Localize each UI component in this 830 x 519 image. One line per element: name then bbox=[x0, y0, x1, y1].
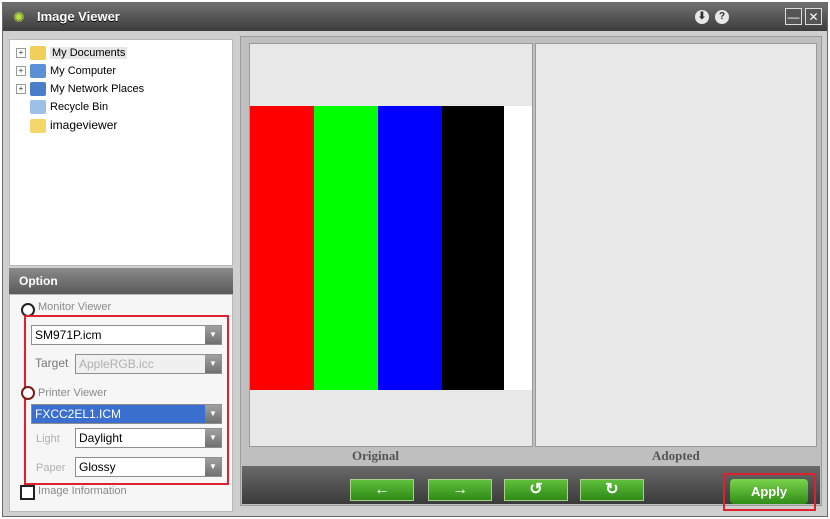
monitor-viewer-label: Monitor Viewer bbox=[38, 301, 112, 313]
tree-item-label: My Documents bbox=[50, 47, 128, 59]
minimize-button[interactable]: — bbox=[785, 8, 802, 25]
option-header: Option bbox=[9, 268, 233, 294]
target-label: Target bbox=[35, 356, 69, 370]
chevron-down-icon: ▼ bbox=[205, 458, 221, 476]
printer-profile-value: FXCC2EL1.ICM bbox=[35, 407, 122, 421]
download-icon[interactable]: ⬇ bbox=[695, 10, 709, 24]
expand-icon[interactable]: + bbox=[16, 48, 26, 59]
chevron-down-icon: ▼ bbox=[205, 326, 221, 344]
forward-button[interactable]: → bbox=[428, 479, 492, 501]
expand-icon[interactable]: + bbox=[16, 66, 26, 77]
rotate-left-icon: ↺ bbox=[529, 481, 543, 498]
adopted-pane bbox=[535, 43, 817, 447]
tree-item-recycle-bin[interactable]: Recycle Bin bbox=[16, 98, 108, 116]
paper-label: Paper bbox=[36, 462, 66, 474]
help-icon[interactable]: ? bbox=[715, 10, 729, 24]
paper-select[interactable]: Glossy ▼ bbox=[75, 457, 222, 477]
documents-folder-icon bbox=[30, 46, 46, 61]
green-bar bbox=[314, 106, 378, 390]
app-logo-icon: ✺ bbox=[13, 9, 25, 25]
monitor-profile-select[interactable]: SM971P.icm ▼ bbox=[31, 325, 222, 345]
apply-button[interactable]: Apply bbox=[730, 479, 808, 504]
tree-item-label: imageviewer bbox=[50, 118, 118, 132]
black-bar bbox=[442, 106, 504, 390]
arrow-left-icon: ← bbox=[374, 481, 390, 498]
tree-item-label: My Network Places bbox=[50, 83, 145, 95]
target-select[interactable]: AppleRGB.icc ▼ bbox=[75, 354, 222, 374]
back-button[interactable]: ← bbox=[350, 479, 414, 501]
tree-item-label: My Computer bbox=[50, 65, 117, 77]
monitor-profile-value: SM971P.icm bbox=[35, 328, 102, 342]
blue-bar bbox=[378, 106, 442, 390]
paper-value: Glossy bbox=[79, 460, 116, 474]
network-icon bbox=[30, 82, 46, 97]
folder-tree: + My Documents + My Computer + My Network P… bbox=[9, 39, 233, 266]
tree-item-my-documents[interactable]: + My Documents bbox=[16, 44, 128, 62]
computer-icon bbox=[30, 64, 46, 79]
printer-profile-select[interactable]: FXCC2EL1.ICM ▼ bbox=[31, 404, 222, 424]
target-value: AppleRGB.icc bbox=[79, 357, 154, 371]
title-bar[interactable]: ✺ Image Viewer ⬇ ? — ✕ bbox=[3, 3, 827, 31]
recycle-bin-icon bbox=[30, 100, 46, 115]
adopted-label: Adopted bbox=[652, 448, 700, 463]
rotate-right-icon: ↻ bbox=[605, 481, 619, 498]
light-select[interactable]: Daylight ▼ bbox=[75, 428, 222, 448]
folder-icon bbox=[30, 118, 46, 133]
tree-item-imageviewer[interactable]: imageviewer bbox=[16, 116, 117, 134]
rotate-right-button[interactable]: ↻ bbox=[580, 479, 644, 501]
printer-viewer-label: Printer Viewer bbox=[38, 387, 107, 399]
light-label: Light bbox=[36, 433, 60, 445]
chevron-down-icon: ▼ bbox=[205, 405, 221, 423]
white-bar bbox=[504, 106, 532, 390]
arrow-right-icon: → bbox=[452, 481, 468, 498]
tree-item-label: Recycle Bin bbox=[50, 101, 109, 113]
window-title: Image Viewer bbox=[37, 9, 120, 24]
rotate-left-button[interactable]: ↺ bbox=[504, 479, 568, 501]
light-value: Daylight bbox=[79, 431, 123, 445]
printer-viewer-radio[interactable] bbox=[21, 386, 35, 400]
chevron-down-icon: ▼ bbox=[205, 429, 221, 447]
image-information-checkbox[interactable] bbox=[20, 485, 35, 500]
expand-icon[interactable]: + bbox=[16, 84, 26, 95]
tree-item-my-computer[interactable]: + My Computer bbox=[16, 62, 116, 80]
red-bar bbox=[250, 106, 314, 390]
image-information-label: Image Information bbox=[38, 485, 127, 497]
chevron-down-icon: ▼ bbox=[205, 355, 221, 373]
original-label: Original bbox=[352, 448, 399, 463]
close-button[interactable]: ✕ bbox=[805, 8, 822, 25]
tree-item-my-network-places[interactable]: + My Network Places bbox=[16, 80, 144, 98]
